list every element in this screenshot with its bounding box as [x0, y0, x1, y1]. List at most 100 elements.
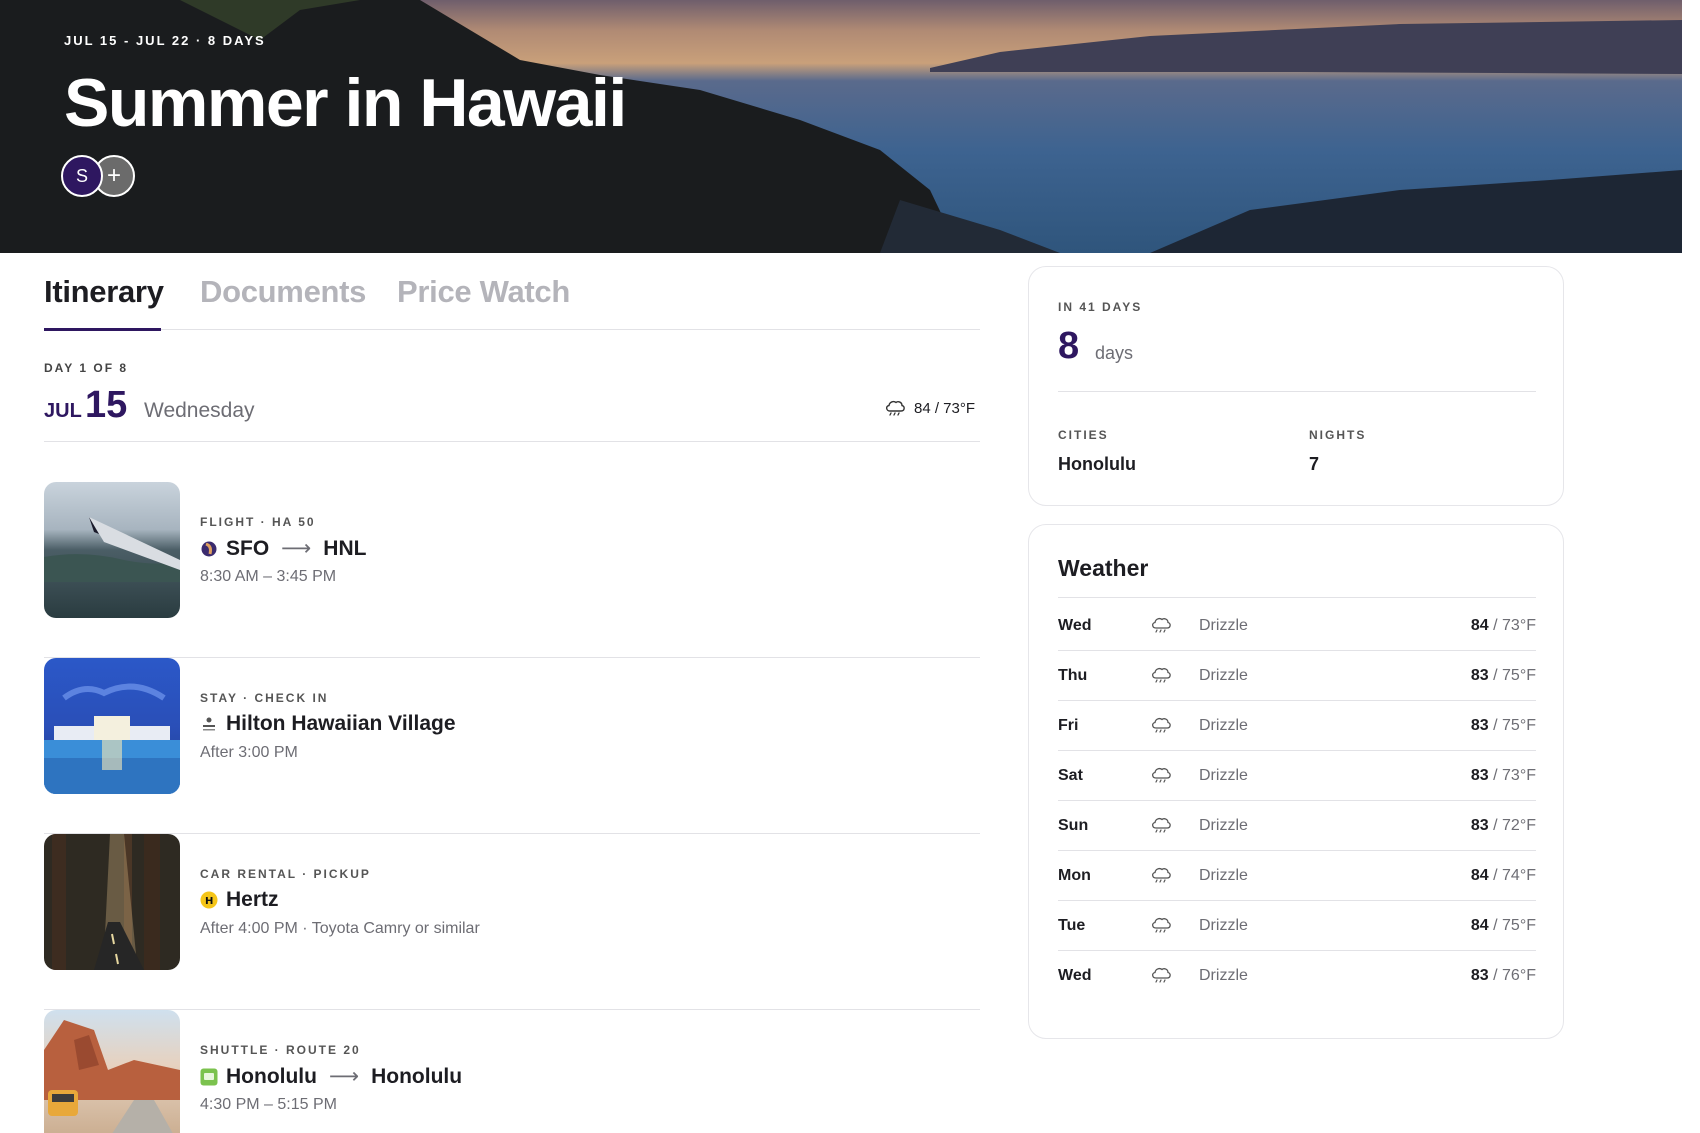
weather-title: Weather: [1058, 555, 1149, 581]
shuttle-origin: Honolulu: [226, 1064, 317, 1088]
weather-temp: 83 / 73°F: [1471, 767, 1536, 785]
rain-cloud-icon: [1150, 816, 1172, 839]
nights-label: NIGHTS: [1309, 428, 1367, 442]
rain-cloud-icon: [1150, 966, 1172, 989]
weather-row: Mon Drizzle 84 / 74°F: [1058, 851, 1536, 901]
itinerary-item-car-rental[interactable]: CAR RENTAL · PICKUP H Hertz After 4:00 P…: [44, 834, 980, 1010]
weather-high: 84: [1470, 867, 1489, 884]
rain-cloud-icon: [1150, 916, 1172, 939]
weather-condition: Drizzle: [1199, 667, 1248, 684]
item-time: After 3:00 PM: [200, 744, 298, 761]
day-date: 15: [85, 384, 128, 426]
weather-temp: 84 / 75°F: [1471, 917, 1536, 935]
weather-row: Sun Drizzle 83 / 72°F: [1058, 801, 1536, 851]
itinerary-item-flight[interactable]: FLIGHT · HA 50 SFO ⟶ HNL 8:30 AM – 3:45 …: [44, 482, 980, 658]
divider: [1058, 597, 1536, 598]
item-title: Honolulu ⟶ Honolulu: [200, 1064, 462, 1089]
tab-price-watch[interactable]: Price Watch: [397, 274, 570, 310]
rain-cloud-icon: [1150, 616, 1172, 639]
divider: [44, 441, 980, 442]
weather-low: / 72°F: [1488, 817, 1536, 834]
item-category: SHUTTLE · ROUTE 20: [200, 1043, 361, 1057]
hotel-name: Hilton Hawaiian Village: [226, 712, 456, 735]
forest-road-photo: [44, 834, 180, 970]
weather-day: Sat: [1058, 767, 1083, 784]
trip-length-value: 8: [1058, 325, 1080, 367]
flight-destination: HNL: [323, 536, 367, 560]
hotel-pool-photo: [44, 658, 180, 794]
weather-day: Sun: [1058, 817, 1089, 834]
weather-temp: 83 / 72°F: [1471, 817, 1536, 835]
weather-condition: Drizzle: [1199, 967, 1248, 984]
hilton-logo: [200, 715, 218, 733]
weather-low: / 75°F: [1488, 717, 1536, 734]
weather-day: Tue: [1058, 917, 1086, 934]
weather-condition: Drizzle: [1199, 817, 1248, 834]
rain-cloud-icon: [885, 400, 905, 416]
rain-cloud-icon: [1150, 766, 1172, 789]
item-category: STAY · CHECK IN: [200, 691, 329, 705]
weather-high: 83: [1470, 817, 1489, 834]
svg-text:H: H: [205, 896, 213, 907]
arrow-right-icon: ⟶: [328, 1065, 360, 1088]
trip-members: S +: [61, 155, 141, 197]
weather-row: Fri Drizzle 83 / 75°F: [1058, 701, 1536, 751]
weather-row: Sat Drizzle 83 / 73°F: [1058, 751, 1536, 801]
rain-cloud-icon: [1150, 666, 1172, 689]
weather-day: Fri: [1058, 717, 1079, 734]
weather-low: / 73°F: [1488, 617, 1536, 634]
weather-temp: 83 / 75°F: [1471, 667, 1536, 685]
weather-row: Thu Drizzle 83 / 75°F: [1058, 651, 1536, 701]
weather-high: 83: [1470, 767, 1489, 784]
item-category: CAR RENTAL · PICKUP: [200, 867, 371, 881]
weather-condition: Drizzle: [1199, 867, 1248, 884]
active-tab-indicator: [44, 328, 161, 331]
cities-value: Honolulu: [1058, 454, 1136, 474]
item-title: H Hertz: [200, 888, 279, 912]
avatar[interactable]: S: [61, 155, 103, 197]
weather-temp: 83 / 76°F: [1471, 967, 1536, 985]
trip-summary-card: IN 41 DAYS 8 days CITIES Honolulu NIGHTS…: [1028, 266, 1564, 506]
weather-day: Wed: [1058, 617, 1092, 634]
weather-high: 84: [1470, 917, 1489, 934]
nights-value: 7: [1309, 454, 1320, 474]
arrow-right-icon: ⟶: [281, 537, 312, 560]
weather-low: / 76°F: [1488, 967, 1536, 984]
cities-label: CITIES: [1058, 428, 1109, 442]
weather-day: Wed: [1058, 967, 1092, 984]
car-rental-company: Hertz: [226, 888, 279, 911]
weather-high: 84: [1470, 617, 1489, 634]
weather-low: / 75°F: [1488, 917, 1536, 934]
weather-low: / 75°F: [1488, 667, 1536, 684]
item-title: Hilton Hawaiian Village: [200, 712, 456, 736]
weather-high: 83: [1470, 667, 1489, 684]
item-title: SFO ⟶ HNL: [200, 536, 366, 561]
item-time: 4:30 PM – 5:15 PM: [200, 1096, 337, 1113]
itinerary-item-stay[interactable]: STAY · CHECK IN Hilton Hawaiian Village …: [44, 658, 980, 834]
weather-day: Thu: [1058, 667, 1088, 684]
trip-dates: JUL 15 - JUL 22 · 8 DAYS: [64, 33, 266, 48]
divider: [1058, 391, 1536, 392]
item-time: 8:30 AM – 3:45 PM: [200, 568, 337, 585]
item-category: FLIGHT · HA 50: [200, 515, 316, 529]
flight-origin: SFO: [226, 536, 270, 560]
rain-cloud-icon: [1150, 716, 1172, 739]
weather-card: Weather Wed Drizzle 84 / 73°F Thu Drizzle 83 …: [1028, 524, 1564, 1039]
airplane-wing-photo: [44, 482, 180, 618]
weather-low: / 74°F: [1488, 867, 1536, 884]
weather-high: 83: [1470, 717, 1489, 734]
weather-row: Wed Drizzle 84 / 73°F: [1058, 601, 1536, 651]
weather-condition: Drizzle: [1199, 717, 1248, 734]
day-counter: DAY 1 OF 8: [44, 361, 129, 375]
rain-cloud-icon: [1150, 866, 1172, 889]
weather-low: / 73°F: [1488, 767, 1536, 784]
weather-row: Tue Drizzle 84 / 75°F: [1058, 901, 1536, 951]
day-weather: 84 / 73°F: [884, 399, 975, 417]
shuttle-destination: Honolulu: [371, 1064, 463, 1088]
tab-itinerary[interactable]: Itinerary: [44, 274, 164, 310]
trip-tabs: Itinerary Documents Price Watch: [44, 270, 980, 331]
day-month: JUL: [44, 400, 82, 422]
itinerary-item-shuttle[interactable]: SHUTTLE · ROUTE 20 Honolulu ⟶ Honolulu 4…: [44, 1010, 980, 1133]
hawaiian-airlines-logo: [200, 540, 218, 558]
tab-documents[interactable]: Documents: [200, 274, 366, 310]
